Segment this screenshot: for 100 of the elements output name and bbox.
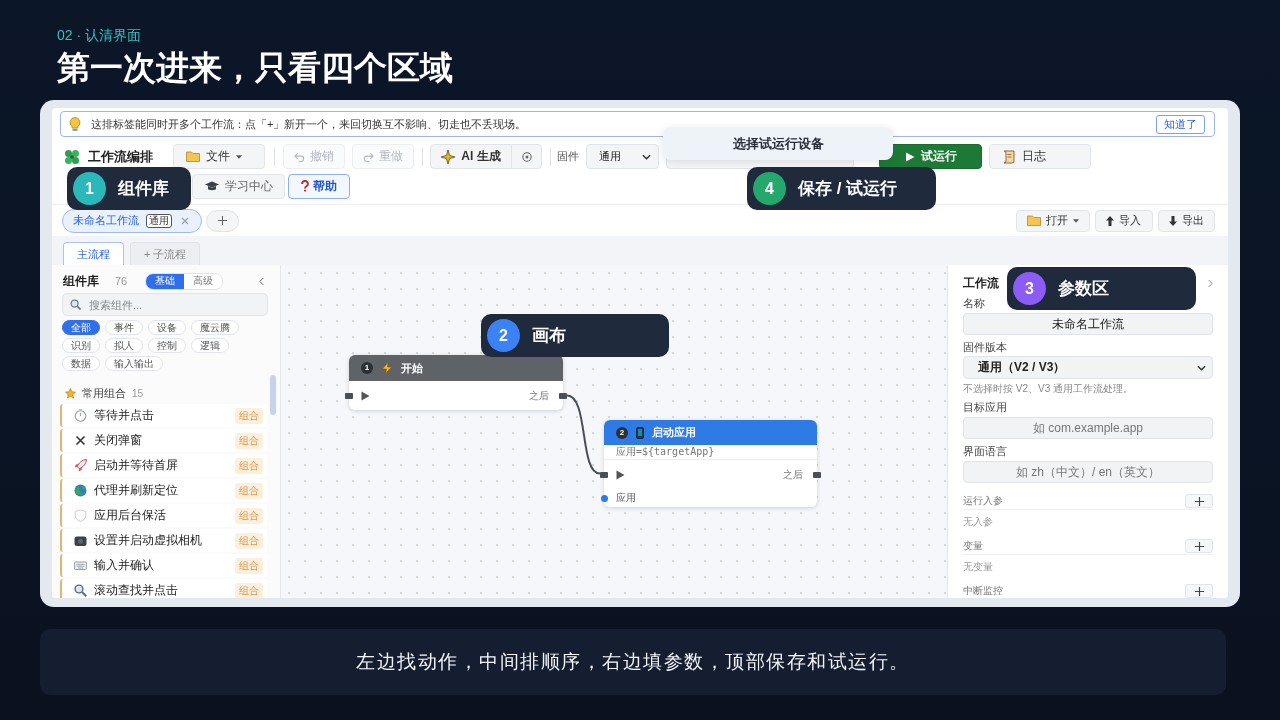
filter-chip[interactable]: 输入输出: [105, 356, 163, 371]
plus-icon: [1194, 541, 1204, 551]
import-button[interactable]: 导入: [1095, 209, 1153, 232]
firmware-tag: 通用: [146, 213, 172, 228]
library-item[interactable]: 关闭弹窗 组合: [60, 429, 267, 452]
combo-tag: 组合: [235, 407, 263, 424]
add-button[interactable]: [1185, 584, 1213, 598]
item-name: 等待并点击: [94, 407, 154, 424]
file-menu-button[interactable]: 文件: [173, 144, 265, 169]
scroll-icon: [1002, 149, 1016, 164]
step-number: 2: [616, 426, 628, 439]
section-title: 常用组合: [82, 385, 126, 401]
filter-chip[interactable]: 全部: [62, 320, 100, 335]
combo-tag: 组合: [235, 507, 263, 524]
output-port-icon[interactable]: [559, 392, 567, 399]
combo-tag: 组合: [235, 432, 263, 449]
filter-chip[interactable]: 数据: [62, 356, 100, 371]
collapse-icon[interactable]: [259, 276, 264, 286]
question-mark-icon: [301, 180, 309, 192]
camera-icon: [74, 534, 87, 547]
item-name: 滚动查找并点击: [94, 582, 178, 598]
number-badge: 4: [753, 172, 786, 205]
chevron-down-icon: [1197, 364, 1206, 371]
library-item[interactable]: 等待并点击 组合: [60, 404, 267, 427]
filter-chip[interactable]: 设备: [148, 320, 186, 335]
library-item[interactable]: 滚动查找并点击 组合: [60, 579, 267, 598]
filter-chip[interactable]: 逻辑: [191, 338, 229, 353]
library-item[interactable]: 启动并等待首屏 组合: [60, 454, 267, 477]
mode-tab[interactable]: 基础: [146, 273, 185, 289]
node-parameter: 应用=${targetApp}: [604, 445, 817, 460]
node-title: 启动应用: [652, 425, 696, 440]
library-item[interactable]: 设置并启动虚拟相机 组合: [60, 529, 267, 552]
ai-settings-button[interactable]: [511, 144, 542, 169]
item-name: 代理并刷新定位: [94, 482, 178, 499]
caption-text: 左边找动作，中间排顺序，右边填参数，顶部保存和试运行。: [356, 650, 910, 674]
number-badge: 2: [487, 319, 520, 352]
library-item[interactable]: 输入并确认 组合: [60, 554, 267, 577]
input-port-icon[interactable]: [600, 494, 608, 502]
output-port-icon[interactable]: [813, 471, 821, 478]
filter-chip[interactable]: 识别: [62, 338, 100, 353]
callout-label: 组件库: [118, 178, 169, 200]
arrow-up-icon: [1106, 215, 1114, 226]
circle-dot-icon: [521, 151, 532, 162]
number-badge: 1: [73, 172, 106, 205]
field-label: 固件版本: [963, 341, 1007, 354]
filter-chip[interactable]: 控制: [148, 338, 186, 353]
plus-icon: [1194, 496, 1204, 506]
combo-tag: 组合: [235, 482, 263, 499]
log-button[interactable]: 日志: [989, 144, 1091, 169]
item-name: 设置并启动虚拟相机: [94, 532, 202, 549]
rocket-icon: [74, 459, 87, 472]
add-tab-button[interactable]: [206, 209, 239, 232]
search-field[interactable]: 搜索组件...: [62, 293, 268, 316]
slide-title: 第一次进来，只看四个区域: [57, 48, 453, 88]
callout-label: 保存 / 试运行: [798, 178, 898, 200]
text-field[interactable]: 如 com.example.app: [963, 417, 1213, 439]
dismiss-button[interactable]: 知道了: [1156, 114, 1205, 134]
section-title: 变量: [963, 539, 983, 553]
sparkle-icon: [441, 149, 456, 164]
flow-tab[interactable]: 主流程: [63, 242, 124, 265]
item-name: 输入并确认: [94, 557, 154, 574]
keyboard-icon: [74, 559, 87, 572]
export-button[interactable]: 导出: [1158, 209, 1215, 232]
component-count: 76: [115, 275, 128, 287]
select-field[interactable]: 通用（V2 / V3）: [963, 356, 1213, 379]
input-port-icon[interactable]: [600, 471, 608, 478]
empty-note: 无入参: [963, 516, 993, 528]
play-icon: [904, 151, 915, 162]
app-title: 工作流编排: [88, 147, 154, 166]
close-icon: [74, 434, 87, 447]
text-field[interactable]: 未命名工作流: [963, 313, 1213, 335]
filter-chip[interactable]: 魔云腾: [191, 320, 239, 335]
library-item[interactable]: 代理并刷新定位 组合: [60, 479, 267, 502]
input-port-icon[interactable]: [345, 392, 353, 399]
library-item[interactable]: 应用后台保活 组合: [60, 504, 267, 527]
learning-center-button[interactable]: 学习中心: [192, 173, 285, 199]
workflow-tab[interactable]: 未命名工作流 通用: [62, 208, 202, 233]
open-menu-button[interactable]: 打开: [1016, 209, 1090, 232]
help-button[interactable]: 帮助: [288, 173, 350, 199]
combo-tag: 组合: [235, 557, 263, 574]
globe-icon: [74, 484, 87, 497]
timer-icon: [74, 409, 87, 422]
output-label: 之后: [783, 467, 803, 482]
filter-chip[interactable]: 事件: [105, 320, 143, 335]
caret-icon: [236, 154, 242, 159]
add-button[interactable]: [1185, 539, 1213, 553]
add-button[interactable]: [1185, 494, 1213, 508]
play-icon: [616, 469, 625, 480]
search-icon: [70, 299, 81, 310]
play-icon: [361, 390, 370, 401]
scrollbar-thumb[interactable]: [270, 375, 276, 415]
section-title: 运行入参: [963, 494, 1003, 508]
ai-generate-button[interactable]: AI 生成: [430, 144, 512, 169]
firmware-select[interactable]: 通用: [586, 144, 659, 169]
step-number: 1: [361, 362, 373, 374]
input-label: 应用: [616, 491, 636, 505]
filter-chip[interactable]: 拟人: [105, 338, 143, 353]
undo-icon: [294, 151, 305, 162]
tip-text: 这排标签能同时开多个工作流：点「+」新开一个，来回切换互不影响、切走也不丢现场。: [91, 116, 527, 132]
text-field[interactable]: 如 zh（中文）/ en（英文）: [963, 461, 1213, 483]
